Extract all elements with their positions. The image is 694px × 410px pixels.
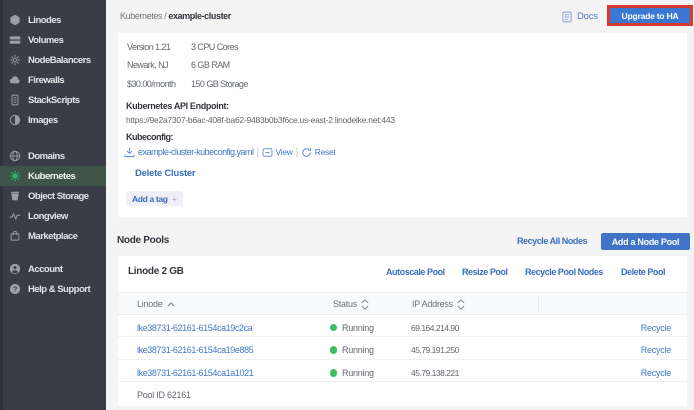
- svg-text:?: ?: [13, 285, 17, 293]
